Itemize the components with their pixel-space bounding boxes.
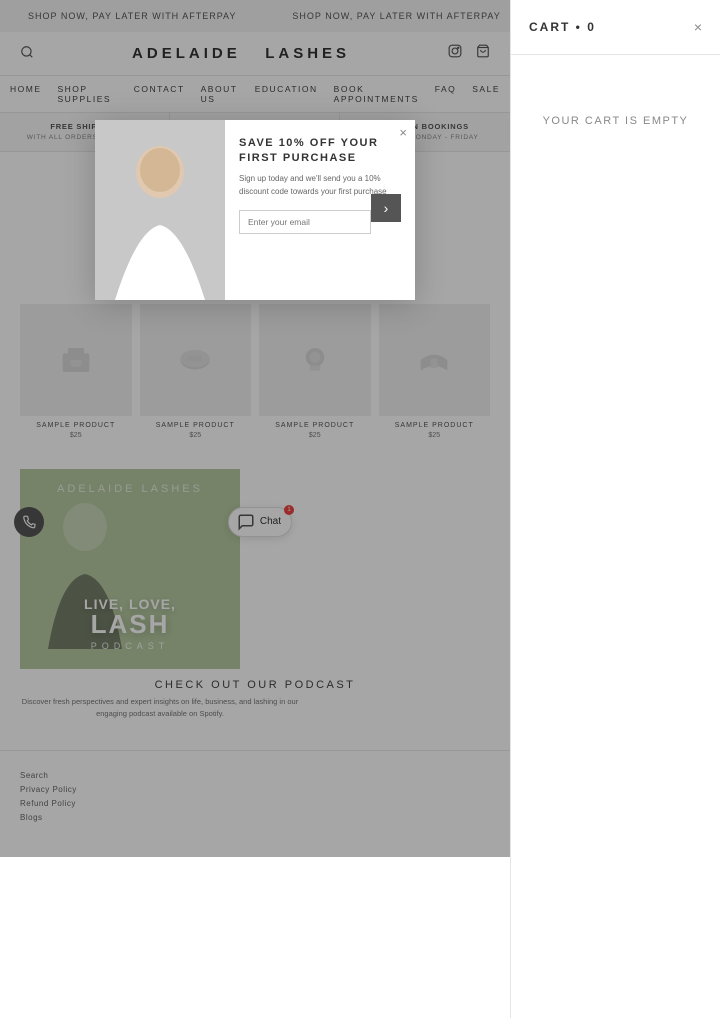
email-input[interactable] — [239, 210, 371, 234]
cart-panel: CART • 0 × YOUR CART IS EMPTY — [510, 0, 720, 1018]
popup-close-button[interactable]: × — [399, 126, 407, 139]
popup-person-svg — [95, 120, 225, 300]
popup-input-wrap — [239, 210, 371, 240]
cart-bullet: • — [576, 20, 582, 34]
popup-title: SAVE 10% OFF YOUR FIRST PURCHASE — [239, 136, 401, 167]
cart-count: 0 — [587, 20, 596, 34]
cart-title-text: CART — [529, 20, 570, 34]
cart-empty-message: YOUR CART IS EMPTY — [511, 115, 720, 127]
email-popup: × SAVE 10% OFF YOUR FIRST PURCHASE Sign … — [95, 120, 415, 300]
popup-overlay[interactable]: × SAVE 10% OFF YOUR FIRST PURCHASE Sign … — [0, 0, 510, 857]
popup-person — [95, 120, 225, 300]
popup-submit-button[interactable]: › — [371, 194, 401, 222]
main-content: SHOP NOW, PAY LATER WITH AFTERPAY SHOP N… — [0, 0, 510, 857]
popup-image — [95, 120, 225, 300]
popup-input-row: › — [239, 210, 401, 240]
cart-header: CART • 0 × — [511, 0, 720, 55]
cart-close-button[interactable]: × — [694, 20, 702, 34]
popup-content: × SAVE 10% OFF YOUR FIRST PURCHASE Sign … — [225, 120, 415, 300]
cart-title: CART • 0 — [529, 20, 596, 34]
